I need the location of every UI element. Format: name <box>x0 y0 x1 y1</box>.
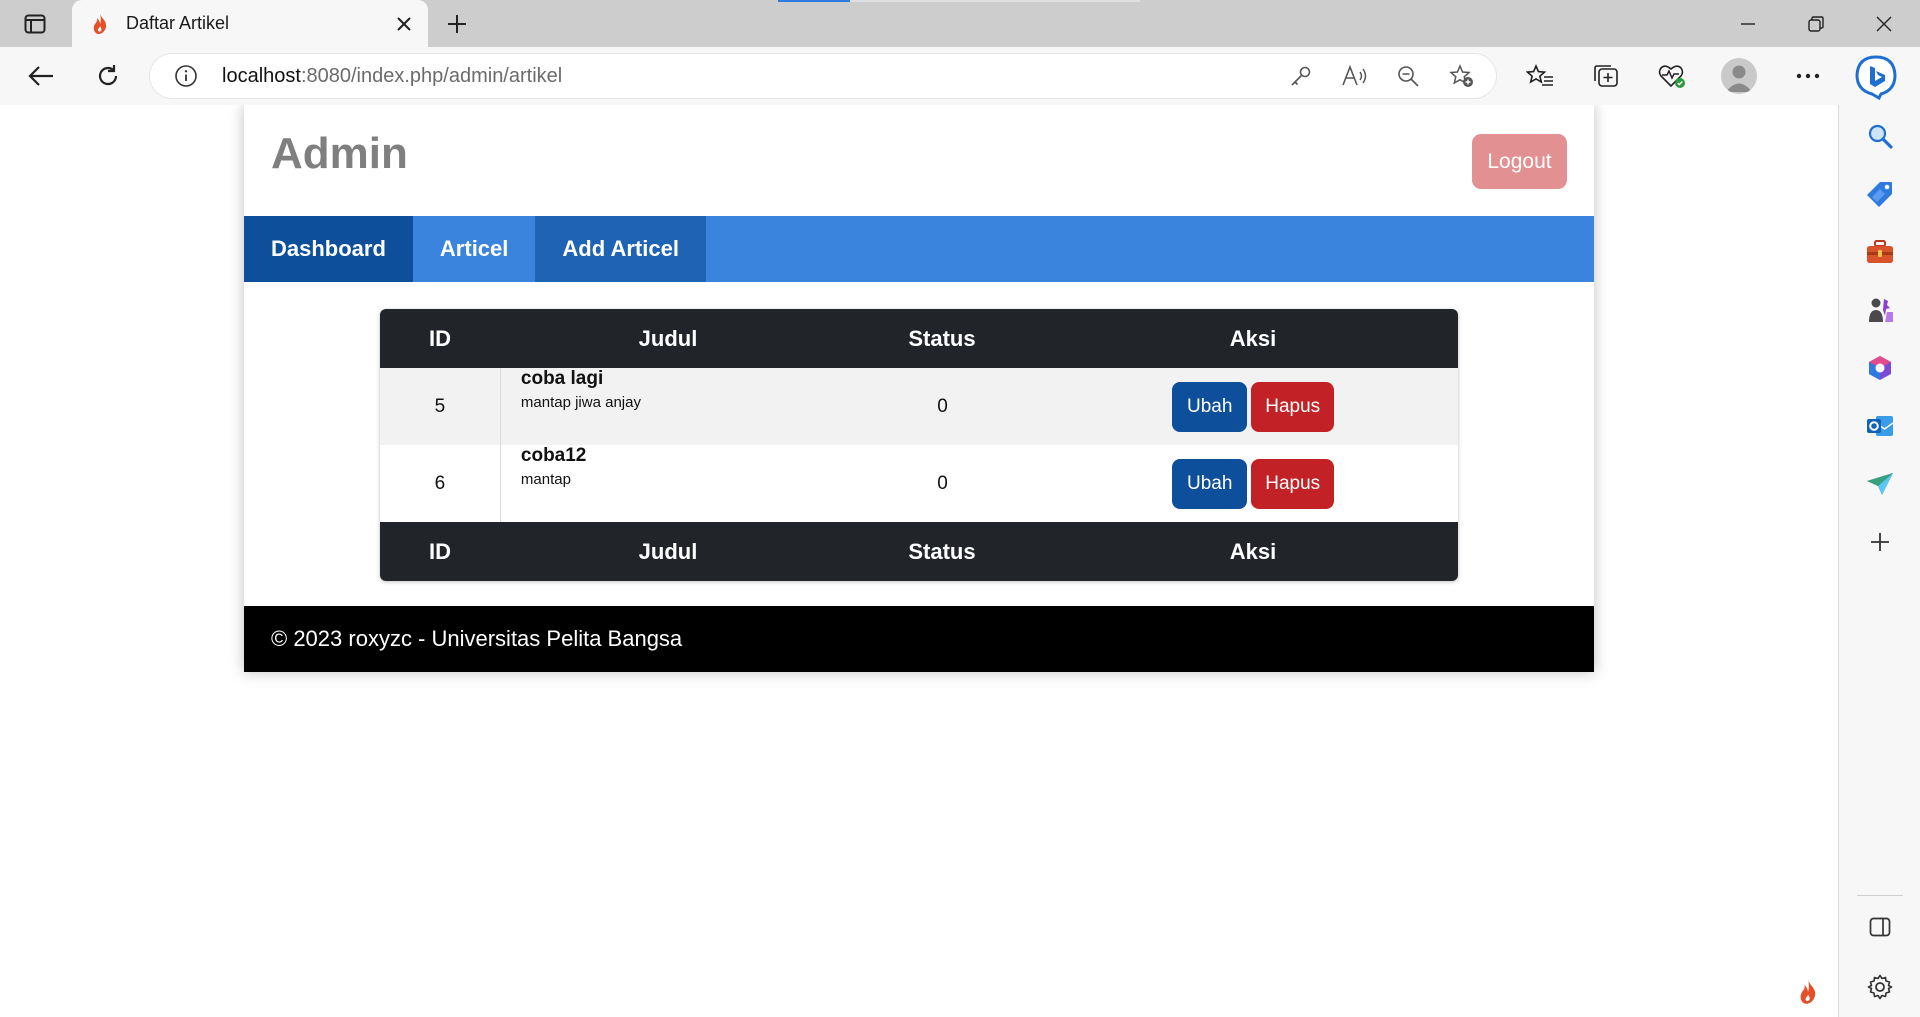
tab-actions-button[interactable] <box>18 11 52 37</box>
cell-aksi: Ubah Hapus <box>1048 445 1458 522</box>
article-excerpt: mantap <box>520 471 571 488</box>
tab-title: Daftar Artikel <box>126 13 230 33</box>
reload-icon <box>98 65 118 86</box>
search-icon[interactable] <box>1864 120 1896 152</box>
page-title: Admin <box>271 129 408 178</box>
key-icon[interactable] <box>1288 64 1314 88</box>
reload-button[interactable] <box>91 60 125 92</box>
bing-icon <box>1855 55 1897 100</box>
address-bar[interactable]: localhost:8080/index.php/admin/artikel <box>150 54 1496 98</box>
close-window-button[interactable] <box>1864 10 1904 38</box>
browser-essentials-button[interactable] <box>1655 60 1689 92</box>
article-table: ID Judul Status Aksi 5 coba lagi mantap … <box>380 309 1458 581</box>
page-viewport: Admin Logout Dashboard Articel Add Artic… <box>0 105 1838 1017</box>
tab-actions-icon <box>24 14 46 34</box>
main-menu: Dashboard Articel Add Articel <box>244 216 1594 282</box>
menu-dashboard[interactable]: Dashboard <box>244 216 413 282</box>
minimize-button[interactable] <box>1728 10 1768 38</box>
cell-judul: coba12 mantap <box>501 445 837 522</box>
plus-icon <box>448 15 466 33</box>
table-header: ID Judul Status Aksi <box>380 309 1458 368</box>
settings-icon[interactable] <box>1864 971 1896 1003</box>
url-path: :8080/index.php/admin/artikel <box>300 65 563 87</box>
url-host: localhost <box>222 65 301 87</box>
close-icon <box>397 17 411 31</box>
add-icon[interactable] <box>1864 526 1896 558</box>
flame-favicon-icon <box>90 13 110 35</box>
delete-button[interactable]: Hapus <box>1251 381 1335 432</box>
outlook-icon[interactable] <box>1864 410 1896 442</box>
column-header-id: ID <box>429 325 451 351</box>
edge-sidebar <box>1838 105 1920 1017</box>
restore-icon <box>1808 16 1824 32</box>
edit-button[interactable]: Ubah <box>1172 458 1248 509</box>
edit-button[interactable]: Ubah <box>1172 381 1248 432</box>
active-tab[interactable]: Daftar Artikel <box>72 0 428 47</box>
bing-chat-button[interactable] <box>1852 53 1900 101</box>
loading-indicator <box>778 0 1140 2</box>
cell-judul: coba lagi mantap jiwa anjay <box>501 368 837 445</box>
column-footer-judul: Judul <box>638 538 698 564</box>
site-header: Admin Logout <box>244 105 1594 216</box>
column-header-judul: Judul <box>638 325 698 351</box>
column-footer-aksi: Aksi <box>1229 538 1277 564</box>
page-container: Admin Logout Dashboard Articel Add Artic… <box>244 105 1594 672</box>
cell-id: 5 <box>380 368 501 445</box>
cell-id: 6 <box>380 445 501 522</box>
article-title: coba lagi <box>520 368 604 389</box>
send-icon[interactable] <box>1864 468 1896 500</box>
tab-close-button[interactable] <box>392 12 416 36</box>
article-title: coba12 <box>520 445 587 466</box>
read-aloud-icon[interactable] <box>1341 64 1367 88</box>
cell-status: 0 <box>937 472 948 494</box>
favorites-icon <box>1526 64 1553 86</box>
profile-avatar[interactable] <box>1721 58 1757 94</box>
logout-button[interactable]: Logout <box>1472 134 1567 189</box>
url-text[interactable]: localhost:8080/index.php/admin/artikel <box>222 65 562 88</box>
sidebar-toggle-icon[interactable] <box>1864 911 1896 943</box>
user-icon <box>1726 65 1752 92</box>
favorites-button[interactable] <box>1523 60 1557 92</box>
collections-button[interactable] <box>1589 60 1623 92</box>
column-footer-status: Status <box>908 538 976 564</box>
table-footer: ID Judul Status Aksi <box>380 522 1458 581</box>
restore-button[interactable] <box>1796 10 1836 38</box>
minimize-icon <box>1741 23 1755 25</box>
toolbox-icon[interactable] <box>1864 236 1896 268</box>
tab-bar: Daftar Artikel <box>0 0 1920 47</box>
sidebar-divider <box>1857 895 1903 896</box>
column-header-status: Status <box>908 325 976 351</box>
info-icon[interactable] <box>174 64 198 88</box>
tag-icon[interactable] <box>1864 178 1896 210</box>
games-icon[interactable] <box>1864 294 1896 326</box>
footer-text: © 2023 roxyzc - Universitas Pelita Bangs… <box>271 626 683 651</box>
cell-aksi: Ubah Hapus <box>1048 368 1458 445</box>
back-button[interactable] <box>24 60 58 92</box>
close-icon <box>1876 16 1892 32</box>
settings-menu-button[interactable] <box>1791 60 1825 92</box>
column-header-aksi: Aksi <box>1229 325 1277 351</box>
cell-status: 0 <box>937 395 948 417</box>
article-excerpt: mantap jiwa anjay <box>520 394 641 411</box>
new-tab-button[interactable] <box>442 10 472 38</box>
table-row: 5 coba lagi mantap jiwa anjay 0 Ubah Hap… <box>380 368 1458 445</box>
menu-add-articel[interactable]: Add Articel <box>535 216 706 282</box>
main-content: ID Judul Status Aksi 5 coba lagi mantap … <box>244 282 1594 606</box>
collections-icon <box>1594 65 1618 87</box>
table-row: 6 coba12 mantap 0 Ubah Hapus <box>380 445 1458 522</box>
menu-articel[interactable]: Articel <box>413 216 535 282</box>
column-footer-id: ID <box>429 538 451 564</box>
zoom-out-icon[interactable] <box>1395 64 1421 88</box>
office-icon[interactable] <box>1864 352 1896 384</box>
delete-button[interactable]: Hapus <box>1251 458 1335 509</box>
navigation-bar: localhost:8080/index.php/admin/artikel <box>0 47 1920 105</box>
site-footer: © 2023 roxyzc - Universitas Pelita Bangs… <box>244 606 1594 672</box>
more-icon <box>1796 73 1820 79</box>
add-favorite-icon[interactable] <box>1449 64 1475 88</box>
heart-pulse-icon <box>1658 65 1685 88</box>
flame-icon <box>1788 972 1828 1012</box>
arrow-left-icon <box>28 66 53 86</box>
